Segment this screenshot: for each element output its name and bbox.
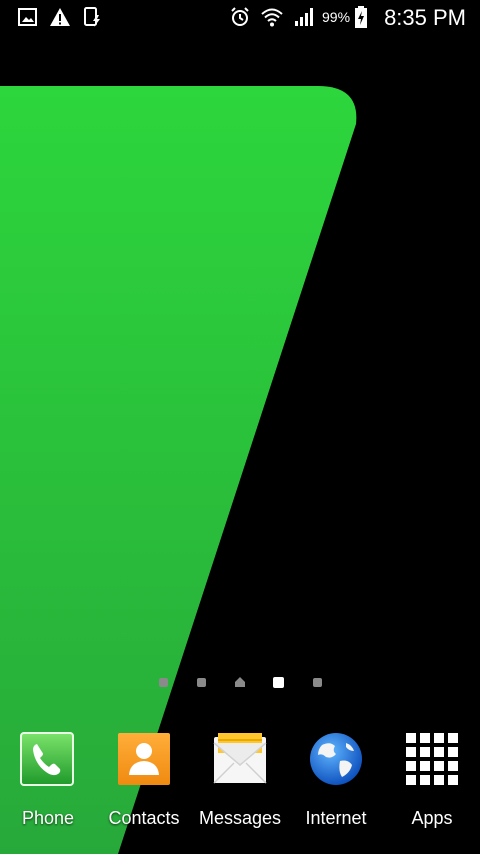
phone-icon: [20, 732, 74, 786]
apps-drawer-button[interactable]: Apps: [384, 725, 480, 835]
dock-label-contacts: Contacts: [108, 808, 180, 828]
internet-app[interactable]: Internet: [288, 725, 384, 835]
dock-label-phone: Phone: [21, 808, 75, 828]
page-dot[interactable]: [197, 678, 206, 687]
dock-label-messages: Messages: [198, 808, 282, 828]
gallery-notification-icon: [18, 8, 37, 26]
wifi-icon: [261, 8, 283, 27]
home-screen[interactable]: 99% 8:35 PM Phone Contacts Messages Inte…: [0, 0, 480, 854]
device-notification-icon: [84, 7, 100, 27]
messages-app[interactable]: Messages: [192, 725, 288, 835]
page-dot[interactable]: [159, 678, 168, 687]
alarm-icon: [231, 7, 249, 26]
status-clock: 8:35 PM: [384, 5, 466, 30]
internet-globe-icon: [310, 733, 362, 785]
dock-label-internet: Internet: [305, 808, 367, 828]
status-bar[interactable]: 99% 8:35 PM: [0, 0, 480, 36]
warning-icon: [50, 8, 70, 26]
phone-app[interactable]: Phone: [0, 725, 96, 835]
page-dot-active[interactable]: [273, 677, 284, 688]
contacts-icon: [118, 733, 170, 785]
messages-icon: [213, 733, 267, 784]
battery-percent: 99%: [322, 9, 351, 25]
page-dot[interactable]: [313, 678, 322, 687]
app-dock[interactable]: Phone Contacts Messages Internet Apps: [0, 725, 480, 835]
contacts-app[interactable]: Contacts: [96, 725, 192, 835]
dock-label-apps: Apps: [411, 808, 453, 828]
signal-icon: [295, 8, 313, 26]
page-indicator[interactable]: [150, 673, 330, 693]
home-page-icon[interactable]: [234, 676, 246, 688]
battery-charging-icon: [355, 6, 367, 28]
apps-grid-icon: [406, 733, 458, 785]
